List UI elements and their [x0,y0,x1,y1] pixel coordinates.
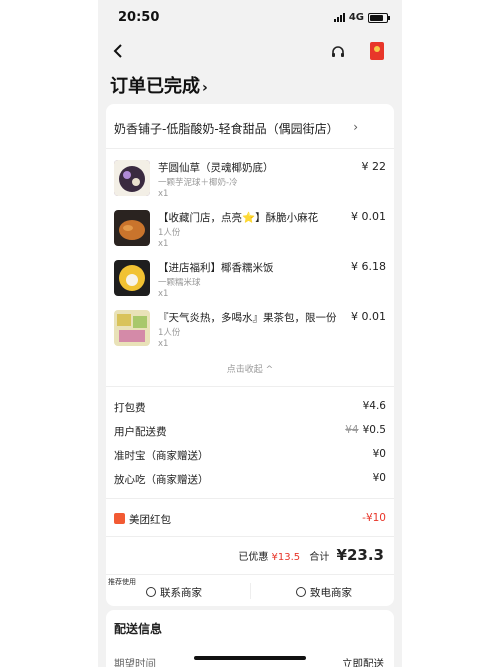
expected-time-label: 期望时间 [114,658,156,667]
divider [106,498,394,499]
contact-merchant-label: 联系商家 [160,587,202,599]
fee-value: ¥0 [372,472,386,484]
order-status-title[interactable]: 订单已完成 › [110,72,208,98]
divider [106,148,394,149]
phone-screen: 20:50 4G 订单已完成 › 奶香铺子-低脂酸奶-轻食甜品（偶园街店） › 芋… [98,0,402,667]
customer-service-button[interactable] [330,44,346,60]
expected-time-value: 立即配送 [342,658,384,667]
item-qty: x1 [158,289,169,299]
item-name: 芋圆仙草（灵魂椰奶底） [158,162,274,174]
fee-label: 用户配送费 [114,426,167,438]
network-label: 4G [348,12,364,23]
order-total: 已优惠 ¥13.5 合计 ¥23.3 [238,546,384,564]
item-desc: 1人份 [158,228,181,238]
list-item[interactable]: 『天气炎热，多喝水』果茶包，限一份 1人份 x1 ¥ 0.01 [114,310,386,356]
coupon-row: 美团红包 -¥10 [114,512,386,530]
coupon-value: -¥10 [362,512,386,524]
fee-label: 放心吃（商家赠送） [114,474,209,486]
item-desc: 一颗芋泥球＋椰奶-冷 [158,178,238,188]
item-qty: x1 [158,189,169,199]
item-price: ¥ 0.01 [351,310,386,323]
fee-row-delivery: 用户配送费 ¥4 ¥0.5 [114,424,386,442]
order-status-label: 订单已完成 [110,76,200,97]
fee-label: 打包费 [114,402,146,414]
chevron-right-icon[interactable]: › [353,120,358,134]
contact-merchant-button[interactable]: 联系商家 [146,585,202,600]
item-price: ¥ 6.18 [351,260,386,273]
discount-label: 已优惠 [238,552,269,563]
fee-row-ontime: 准时宝（商家赠送） ¥0 [114,448,386,466]
collapse-toggle[interactable]: 点击收起 ^ [106,362,394,375]
call-merchant-button[interactable]: 致电商家 [296,585,352,600]
total-label: 合计 [309,552,330,563]
item-price: ¥ 22 [361,160,387,173]
home-indicator[interactable] [194,656,306,660]
chevron-left-icon [113,44,122,58]
product-image [114,310,150,346]
phone-icon [296,587,306,597]
item-name: 【收藏门店，点亮⭐】酥脆小麻花 [158,212,319,224]
status-indicators: 4G [333,12,390,23]
total-value: ¥23.3 [336,546,384,564]
product-image [114,160,150,196]
item-desc: 1人份 [158,328,181,338]
action-bar: 推荐使用 联系商家 致电商家 [106,574,394,607]
item-qty: x1 [158,339,169,349]
divider [250,583,251,599]
fee-row-safe: 放心吃（商家赠送） ¥0 [114,472,386,490]
item-desc: 一颗糯米球 [158,278,201,288]
coupon-label: 美团红包 [129,514,171,526]
status-bar: 20:50 4G [98,0,402,36]
chevron-right-icon: › [202,80,208,96]
signal-icon [333,13,345,22]
list-item[interactable]: 【进店福利】椰香糯米饭 一颗糯米球 x1 ¥ 6.18 [114,260,386,306]
chat-icon [146,587,156,597]
call-merchant-label: 致电商家 [310,587,352,599]
shop-name[interactable]: 奶香铺子-低脂酸奶-轻食甜品（偶园街店） [114,120,339,137]
fee-label: 准时宝（商家赠送） [114,450,209,462]
list-item[interactable]: 芋圆仙草（灵魂椰奶底） 一颗芋泥球＋椰奶-冷 x1 ¥ 22 [114,160,386,206]
recommend-tag: 推荐使用 [108,578,136,586]
order-card: 奶香铺子-低脂酸奶-轻食甜品（偶园街店） › 芋圆仙草（灵魂椰奶底） 一颗芋泥球… [106,104,394,606]
coupon-icon [114,513,125,524]
original-fee: ¥4 [345,424,359,436]
headset-icon [332,46,344,57]
fee-row-packing: 打包费 ¥4.6 [114,400,386,418]
fee-value: ¥4.6 [362,400,386,412]
product-image [114,210,150,246]
status-time: 20:50 [118,10,160,25]
red-packet-icon[interactable] [370,42,384,60]
fee-value: ¥0.5 [362,424,386,436]
item-qty: x1 [158,239,169,249]
item-name: 『天气炎热，多喝水』果茶包，限一份 [158,312,337,324]
product-image [114,260,150,296]
item-price: ¥ 0.01 [351,210,386,223]
nav-bar [98,36,402,68]
list-item[interactable]: 【收藏门店，点亮⭐】酥脆小麻花 1人份 x1 ¥ 0.01 [114,210,386,256]
fee-value-group: ¥4 ¥0.5 [345,424,386,436]
back-button[interactable] [112,40,124,64]
discount-value: ¥13.5 [271,552,301,563]
section-title: 配送信息 [114,622,163,636]
battery-icon [368,12,390,23]
divider [106,536,394,537]
divider [106,386,394,387]
item-name: 【进店福利】椰香糯米饭 [158,262,274,274]
fee-value: ¥0 [372,448,386,460]
